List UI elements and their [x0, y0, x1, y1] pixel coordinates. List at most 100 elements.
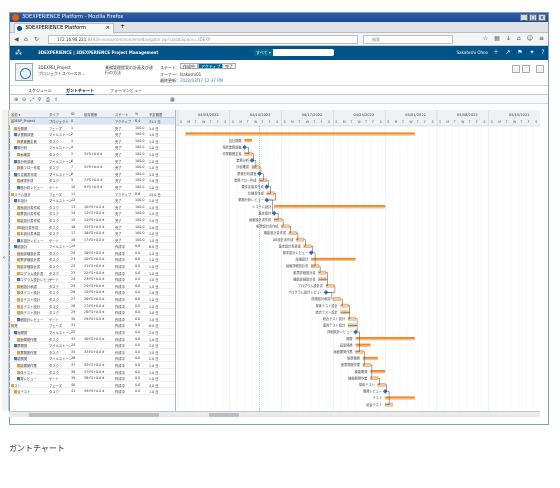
table-row[interactable]: 機能開発 マイルストーン 36 作成中 0.0 2.0 日 [9, 355, 175, 362]
table-row[interactable]: 業務分析 マイルストーン 4 完了 100.0 1.0 日 [9, 144, 175, 151]
user-name[interactable]: Sakatoshi Ohno [457, 50, 488, 55]
table-row[interactable]: 現状業務調査 マイルストーン 2 完了 100.0 1.0 日 [9, 131, 175, 138]
col-duration[interactable]: 予定期間 [149, 112, 162, 117]
add-icon[interactable]: ＋ [492, 49, 500, 57]
tab-close-icon[interactable]: × [106, 24, 110, 33]
home-button-icon[interactable]: ⌂ [517, 35, 521, 42]
table-row[interactable]: 帳票開発作業 タスク 35 33:FS+0.0 d 作成中 0.0 1.0 日 [9, 349, 175, 356]
table-row[interactable]: システム設計 フェーズ 11 アクティブ 8.6 15.0 日 [9, 191, 175, 198]
col-type[interactable]: タイプ [49, 112, 59, 117]
download-icon[interactable]: ↓ [506, 35, 511, 42]
library-icon[interactable]: ▤ [494, 35, 500, 42]
table-row[interactable]: 詳細設計承認 タスク 25 24:FS+0.0 d 作成中 0.0 1.0 日 [9, 283, 175, 290]
bookmark-star-icon[interactable]: ☆ [483, 35, 488, 42]
table-row[interactable]: 単体テスト設計 タスク 26 25:FS+0.0 d 作成中 0.0 1.0 日 [9, 289, 175, 297]
table-row[interactable]: 開発 フェーズ 31 作成中 0.0 8.0 日 [9, 322, 175, 329]
tab-schedule[interactable]: スケジュール [28, 88, 52, 94]
table-row[interactable]: 総合テスト設計 タスク 28 27:FS+0.0 d 作成中 0.0 1.0 日 [9, 303, 175, 310]
table-row[interactable]: 画面開発 マイルストーン 32 作成中 0.0 2.0 日 [9, 329, 175, 336]
table-row[interactable]: 画面設計書作成 タスク 13 10:FS+0.0 d 完了 100.0 1.0 日 [9, 204, 175, 211]
maximize-button[interactable]: □ [529, 14, 537, 21]
zoom-out-icon[interactable]: ⊖ [22, 97, 26, 103]
share-icon[interactable]: ↗ [504, 49, 512, 57]
state-button-active[interactable]: アクティブ [198, 63, 224, 69]
filter-icon[interactable]: ⚲ [38, 97, 42, 103]
table-row[interactable]: 機能開発作業 タスク 37 35:FS+0.0 d 作成中 0.0 1.0 日 [9, 362, 175, 369]
table-row[interactable]: 画面詳細設計書 タスク 20 18:FS+0.0 d 作成中 0.0 1.0 日 [9, 250, 175, 257]
table-row[interactable]: 機能詳細設計書 タスク 22 21:FS+0.0 d 作成中 0.0 1.0 日 [9, 263, 175, 270]
panel-tool-icon[interactable] [522, 65, 530, 73]
table-row[interactable]: 結合テスト タスク 41 39:FS+0.0 d 作成中 0.0 1.0 日 [9, 388, 175, 395]
reload-icon[interactable]: ↻ [34, 36, 39, 43]
print-icon[interactable]: ⎙ [46, 97, 50, 103]
col-state[interactable]: ステート [115, 112, 128, 117]
back-icon[interactable]: ◀ [14, 36, 19, 43]
minimize-button[interactable]: _ [520, 14, 528, 21]
help-icon[interactable]: ? [539, 49, 547, 57]
table-row[interactable]: プログラム設計レビュー ゲート 24 23:FS+0.0 d 作成中 0.0 1.0 日 [9, 276, 175, 283]
browser-tab[interactable]: 3DEXPERIENCE Platform × [14, 23, 114, 33]
table-row[interactable]: 開発レビュー ゲート 39 38:FS+0.0 d 作成中 0.0 1.0 日 [9, 375, 175, 382]
search-scope-select[interactable]: すべて ▾ [254, 49, 273, 56]
table-row[interactable]: 業務分析レビュー ゲート 10 9:FS+0.0 d 完了 100.0 1.0 日 [9, 184, 175, 191]
zoom-in-icon[interactable]: ⊕ [14, 97, 18, 103]
task-type: ゲート [49, 238, 59, 243]
table-row[interactable]: 画面開発作業 タスク 33 30:FS+0.0 d 作成中 0.0 1.0 日 [9, 336, 175, 343]
horizontal-scrollbar[interactable] [9, 411, 540, 417]
url-field[interactable]: 172.16.98.221:8443/enovia/common/emxNavi… [48, 35, 358, 44]
settings-icon[interactable] [536, 65, 544, 73]
table-row[interactable]: プログラム設計書 タスク 23 22:FS+0.0 d 作成中 0.0 1.0 日 [9, 270, 175, 277]
table-row[interactable]: 基本設計書承認 タスク 17 16:FS+0.0 d 完了 100.0 1.0 日 [9, 230, 175, 237]
table-row[interactable]: 帳票開発 マイルストーン 34 作成中 0.0 2.0 日 [9, 342, 175, 349]
table-row[interactable]: 運用テスト設計 タスク 29 28:FS+0.0 d 作成中 0.0 1.0 日 [9, 309, 175, 316]
table-row[interactable]: テスト フェーズ 40 作成中 0.0 4.0 日 [9, 382, 175, 389]
export-icon[interactable]: ⇪ [54, 97, 58, 103]
grid-scroll-thumb[interactable] [29, 413, 159, 417]
expand-panel-icon[interactable]: ‹ [3, 255, 5, 261]
tab-performance[interactable]: フォーマンビュー [110, 88, 142, 94]
3ds-logo-icon[interactable]: ⁂ [15, 49, 22, 57]
task-duration: 1.0 日 [149, 179, 159, 184]
notifications-icon[interactable]: ⚑ [516, 49, 524, 57]
home-icon[interactable]: ⌂ [24, 36, 28, 43]
table-row[interactable]: 要件定義書作成 マイルストーン 8 完了 100.0 1.0 日 [9, 171, 175, 178]
left-collapse-strip[interactable]: ‹ [2, 110, 9, 411]
table-row[interactable]: 結合テスト設計 タスク 27 26:FS+0.0 d 作成中 0.0 1.0 日 [9, 296, 175, 303]
task-name: 開発 [11, 323, 18, 328]
table-row[interactable]: 基本設計 マイルストーン 12 完了 100.0 1.0 日 [9, 197, 175, 204]
table-row[interactable]: 詳細設計レビュー ゲート 30 29:FS+0.0 d 作成中 0.0 1.0 日 [9, 316, 175, 323]
calendar-icon[interactable]: ▦ [170, 97, 175, 103]
fit-icon[interactable]: ⤢ [30, 97, 34, 103]
table-row[interactable]: 3DEXP_Project プロジェクト 0 アクティブ 8.4 31.5 日 [9, 118, 175, 125]
table-row[interactable]: 機能設計書作成 タスク 15 14:FS+0.0 d 完了 100.0 1.0 日 [9, 217, 175, 224]
compass-icon[interactable]: ✦ [528, 49, 536, 57]
table-row[interactable]: 基本設計レビュー ゲート 18 17:FS+0.0 d 完了 100.0 1.0 日 [9, 237, 175, 244]
col-name[interactable]: 名前 ▾ [11, 112, 20, 117]
table-row[interactable]: 詳細設計 マイルストーン 19 作成中 0.0 6.0 日 [9, 243, 175, 250]
table-row[interactable]: 帳票設計書作成 タスク 14 13:FS+0.0 d 完了 100.0 1.0 日 [9, 210, 175, 217]
close-window-button[interactable]: x [538, 14, 546, 21]
table-row[interactable]: 作業範囲定義 タスク 3 完了 100.0 1.0 日 [9, 138, 175, 145]
table-row[interactable]: 計画確認 タスク 5 3:FS+0.0 d 完了 100.0 1.0 日 [9, 151, 175, 158]
table-row[interactable]: DB設計書作成 タスク 16 15:FS+0.0 d 完了 100.0 1.0 日 [9, 224, 175, 231]
state-button-complete[interactable]: 完了 [222, 63, 236, 69]
state-button-draft[interactable]: 作成中 [180, 63, 198, 69]
menu-icon[interactable]: ≡ [539, 35, 544, 42]
table-row[interactable]: 帳票詳細設計書 タスク 21 20:FS+0.0 d 作成中 0.0 1.0 日 [9, 256, 175, 264]
col-dependency[interactable]: 依存関係 [84, 112, 97, 117]
table-row[interactable]: 業務フロー作成 タスク 7 5:FS+0.0 d 完了 100.0 1.0 日 [9, 164, 175, 171]
new-tab-button[interactable]: + [120, 23, 125, 30]
window-titlebar: 3DEXPERIENCE Platform - Mozilla Firefox … [10, 13, 548, 22]
table-row[interactable]: 自社開発 フェーズ 1 完了 100.0 1.0 日 [9, 125, 175, 132]
col-percent[interactable]: % [135, 112, 138, 116]
task-duration: 15.0 日 [149, 192, 161, 197]
table-row[interactable]: 単体テスト タスク 38 37:FS+0.0 d 作成中 0.0 1.0 日 [9, 369, 175, 376]
table-row[interactable]: 業務分析調査 マイルストーン 6 完了 100.0 1.0 日 [9, 158, 175, 165]
table-row[interactable]: 仕様書作成 タスク 9 7:FS+0.0 d 完了 100.0 1.0 日 [9, 177, 175, 184]
global-search[interactable]: すべて ▾ [254, 49, 334, 56]
sync-icon[interactable]: ☺ [527, 35, 533, 42]
browser-search-input[interactable]: 検索 [363, 35, 453, 44]
gantt-scroll-thumb[interactable] [209, 413, 239, 417]
panel-tool-icon[interactable] [512, 65, 520, 73]
col-id[interactable]: ID [71, 112, 75, 116]
